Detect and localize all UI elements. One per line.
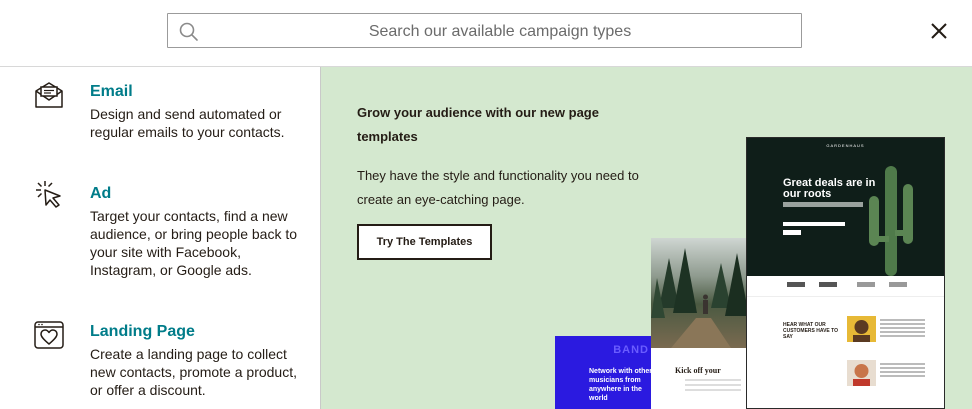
try-templates-button[interactable]: Try The Templates — [357, 224, 492, 260]
band-tagline: Network with other musicians from anywhe… — [589, 368, 653, 402]
search-input[interactable] — [208, 14, 792, 49]
template-preview-band: BAND Network with other musicians from a… — [555, 336, 655, 409]
garden-email-field — [783, 222, 845, 226]
campaign-type-title: Email — [90, 83, 133, 100]
campaign-type-description: Target your contacts, find a new audienc… — [90, 208, 298, 278]
close-icon[interactable] — [928, 20, 950, 42]
garden-brand: GARDENHAUS — [826, 143, 865, 148]
campaign-type-description: Create a landing page to collect new con… — [90, 346, 297, 398]
campaign-type-ad[interactable]: Ad Target your contacts, find a new audi… — [0, 167, 320, 305]
campaign-type-title: Ad — [90, 185, 112, 202]
garden-logo-strip — [747, 276, 944, 297]
testimonial-text-1 — [880, 319, 925, 339]
forest-photo — [651, 238, 749, 348]
garden-signup-button — [783, 230, 801, 235]
envelope-icon — [35, 82, 63, 108]
band-logo: BAND — [613, 344, 649, 356]
search-box[interactable] — [167, 13, 802, 49]
avatar — [847, 316, 876, 342]
campaign-type-landing-page[interactable]: Landing Page Create a landing page to co… — [0, 305, 320, 409]
heart-page-icon — [34, 321, 64, 349]
search-icon — [179, 22, 198, 41]
garden-hero: GARDENHAUS Great deals are in our roots — [747, 138, 944, 276]
campaign-type-list: Email Design and send automated or regul… — [0, 67, 320, 409]
promo-body: They have the style and functionality yo… — [357, 168, 639, 207]
trees-image — [651, 248, 749, 348]
campaign-type-title: Landing Page — [90, 323, 195, 340]
promo-heading: Grow your audience with our new page tem… — [357, 105, 599, 144]
testimonial-text-2 — [880, 363, 925, 379]
cursor-click-icon — [36, 181, 61, 208]
campaign-type-email[interactable]: Email Design and send automated or regul… — [0, 67, 320, 167]
garden-subtext — [783, 202, 863, 207]
promo-panel: Grow your audience with our new page tem… — [321, 67, 972, 409]
cactus-image — [869, 166, 913, 276]
hike-text-lines — [685, 379, 741, 394]
campaign-type-description: Design and send automated or regular ema… — [90, 106, 285, 140]
template-preview-hike: Kick off your — [651, 238, 749, 409]
hike-title: Kick off your — [675, 366, 721, 375]
header-bar — [0, 0, 972, 67]
template-preview-garden: GARDENHAUS Great deals are in our roots … — [746, 137, 945, 409]
avatar — [847, 360, 876, 386]
garden-testimonial-heading: HEAR WHAT OUR CUSTOMERS HAVE TO SAY — [783, 322, 839, 340]
